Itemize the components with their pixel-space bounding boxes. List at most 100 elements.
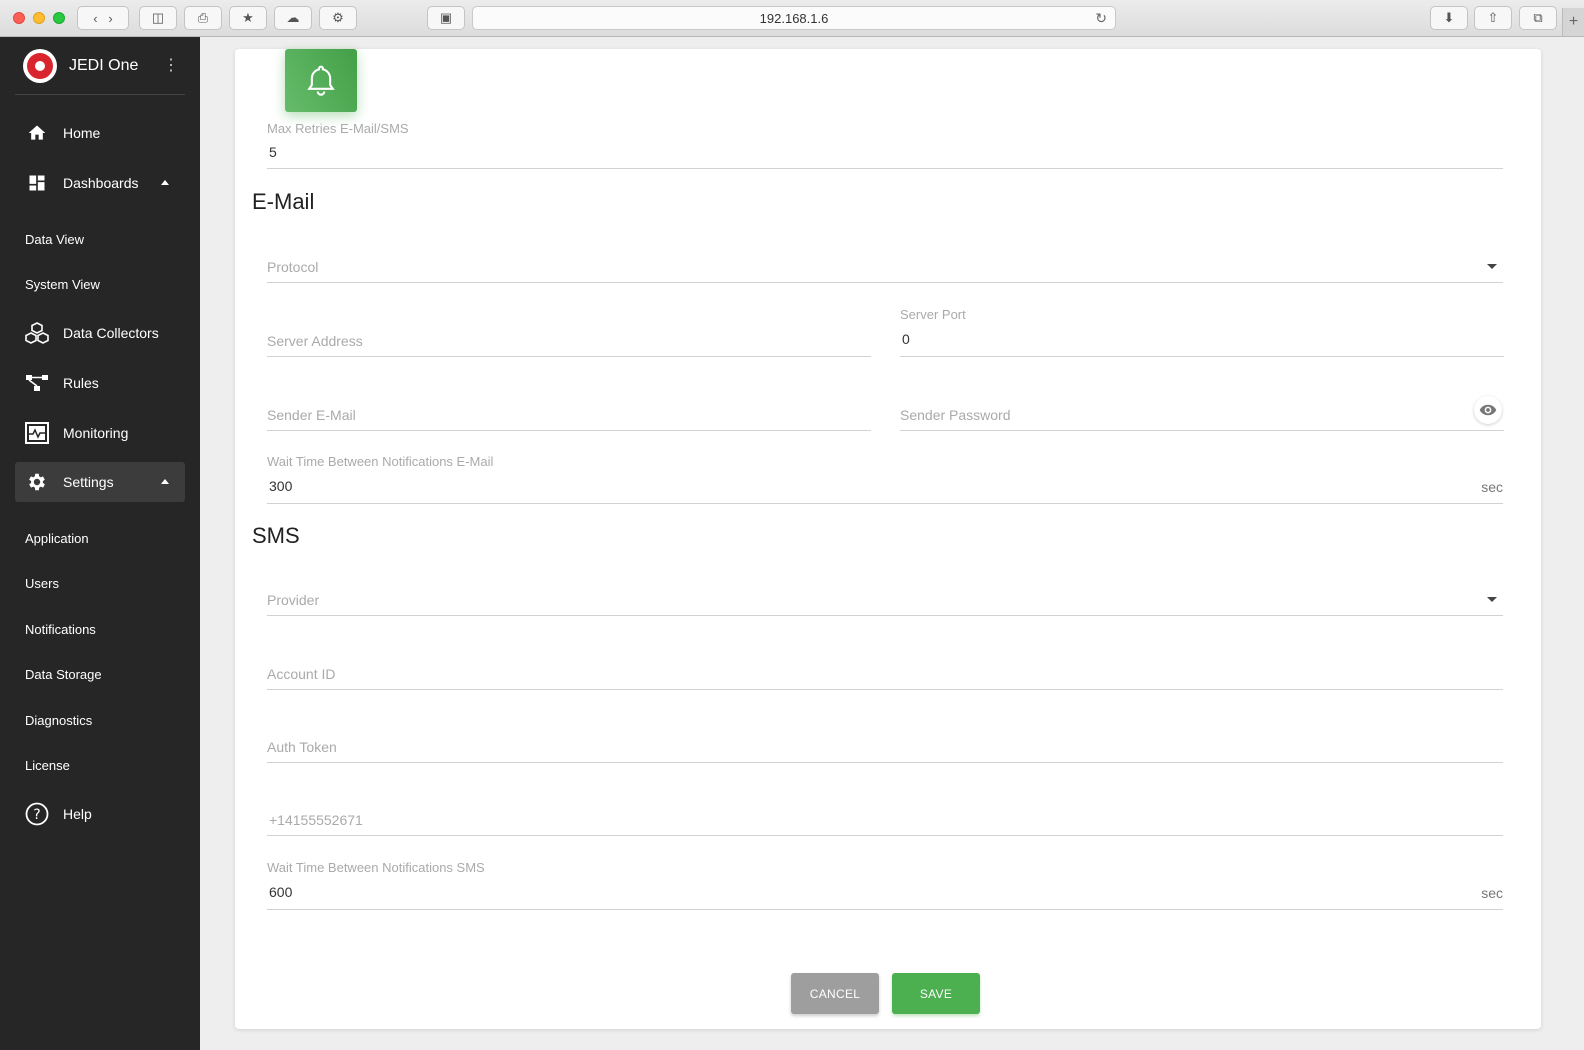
sidebar-toggle-button[interactable]: ◫ (139, 6, 177, 30)
sidebar-item-notifications[interactable]: Notifications (25, 622, 96, 637)
sender-email-input[interactable]: Sender E-Mail (267, 402, 871, 431)
provider-select[interactable]: Provider (267, 587, 1503, 616)
auth-token-label: Auth Token (267, 739, 337, 755)
cloud-button[interactable]: ☁ (274, 6, 312, 30)
max-retries-value[interactable]: 5 (269, 144, 277, 160)
sidebar-item-system-view[interactable]: System View (25, 277, 100, 292)
server-address-label: Server Address (267, 333, 363, 349)
email-section-title: E-Mail (252, 189, 315, 214)
eye-icon[interactable] (1474, 396, 1502, 424)
star-icon: ★ (242, 10, 254, 25)
protocol-select[interactable]: Protocol (267, 254, 1503, 283)
svg-text:?: ? (33, 807, 40, 823)
sidebar-item-home[interactable]: Home (15, 113, 185, 153)
wait-time-sms-unit: sec (1481, 885, 1503, 901)
server-port-label: Server Port (900, 307, 966, 322)
main-content: Max Retries E-Mail/SMS 5 E-Mail Protocol… (200, 37, 1584, 1050)
server-port-value[interactable]: 0 (902, 331, 910, 347)
download-icon: ⬇ (1443, 10, 1455, 25)
help-icon: ? (25, 802, 49, 826)
save-button[interactable]: SAVE (892, 973, 980, 1014)
share-button[interactable]: ⇧ (1474, 6, 1512, 30)
server-port-input[interactable]: Server Port 0 (900, 306, 1504, 357)
caret-up-icon (161, 180, 169, 185)
sender-password-label: Sender Password (900, 407, 1011, 423)
downloads-button[interactable]: ⬇ (1430, 6, 1468, 30)
sender-email-label: Sender E-Mail (267, 407, 356, 423)
printer-icon: ⎙ (197, 10, 209, 25)
tabs-button[interactable]: ⧉ (1519, 6, 1557, 30)
brand[interactable]: JEDI One ⋮ (15, 37, 185, 95)
sidebar-item-data-view[interactable]: Data View (25, 232, 84, 247)
sender-password-input[interactable]: Sender Password (900, 396, 1504, 431)
auth-token-input[interactable]: Auth Token (267, 734, 1503, 763)
bookmark-button[interactable]: ★ (229, 6, 267, 30)
sidebar-item-label: Help (63, 806, 92, 822)
sidebar: JEDI One ⋮ Home Dashboards Data View Sys… (0, 37, 200, 1050)
gear-icon: ⚙ (332, 10, 344, 25)
sidebar-icon: ◫ (151, 10, 165, 25)
dashboard-icon (25, 171, 49, 195)
print-button[interactable]: ⎙ (184, 6, 222, 30)
sidebar-item-application[interactable]: Application (25, 531, 89, 546)
share-icon: ⇧ (1487, 10, 1499, 25)
sidebar-item-settings[interactable]: Settings (15, 462, 185, 502)
sidebar-item-dashboards[interactable]: Dashboards (15, 163, 185, 203)
sidebar-item-rules[interactable]: Rules (15, 363, 185, 403)
account-id-label: Account ID (267, 666, 336, 682)
reload-icon[interactable]: ↻ (1095, 10, 1107, 27)
caret-up-icon (161, 479, 169, 484)
max-retries-label: Max Retries E-Mail/SMS (267, 121, 409, 136)
wait-time-sms-label: Wait Time Between Notifications SMS (267, 860, 485, 875)
sidebar-item-label: Data Collectors (63, 325, 159, 341)
home-icon (25, 121, 49, 145)
gear-icon (25, 470, 49, 494)
sidebar-item-users[interactable]: Users (25, 576, 59, 591)
forward-icon[interactable]: › (108, 11, 112, 26)
provider-label: Provider (267, 592, 320, 608)
browser-toolbar: ‹ › ◫ ⎙ ★ ☁ ⚙ ▣ 192.168.1.6 ↻ ⬇ ⇧ ⧉ + (0, 0, 1584, 37)
wait-time-email-value[interactable]: 300 (269, 478, 292, 494)
new-tab-button[interactable]: + (1562, 8, 1584, 36)
phone-number-placeholder: +14155552671 (269, 812, 363, 828)
back-forward-buttons[interactable]: ‹ › (77, 6, 129, 30)
back-icon[interactable]: ‹ (93, 11, 97, 26)
zoom-window-button[interactable] (53, 12, 65, 24)
sidebar-item-help[interactable]: ? Help (15, 794, 185, 834)
account-id-input[interactable]: Account ID (267, 661, 1503, 690)
wait-time-sms-input[interactable]: Wait Time Between Notifications SMS 600 … (267, 859, 1503, 910)
extension-button[interactable]: ⚙ (319, 6, 357, 30)
protocol-label: Protocol (267, 259, 319, 275)
cubes-icon (25, 321, 49, 345)
address-bar[interactable]: 192.168.1.6 ↻ (472, 6, 1116, 30)
server-address-input[interactable]: Server Address (267, 328, 871, 357)
screen-icon: ▣ (439, 10, 453, 25)
reader-button[interactable]: ▣ (427, 6, 465, 30)
sidebar-item-data-storage[interactable]: Data Storage (25, 667, 102, 682)
more-vert-icon[interactable]: ⋮ (163, 55, 179, 75)
url-text: 192.168.1.6 (759, 10, 829, 26)
minimize-window-button[interactable] (33, 12, 45, 24)
cancel-button[interactable]: CANCEL (791, 973, 879, 1014)
sidebar-item-data-collectors[interactable]: Data Collectors (15, 313, 185, 353)
sidebar-item-label: Settings (63, 474, 114, 490)
plus-icon: + (1568, 13, 1579, 30)
wait-time-email-unit: sec (1481, 479, 1503, 495)
logo (23, 48, 57, 83)
notifications-card: Max Retries E-Mail/SMS 5 E-Mail Protocol… (235, 49, 1541, 1029)
dropdown-arrow-icon (1487, 264, 1497, 269)
wait-time-sms-value[interactable]: 600 (269, 884, 292, 900)
close-window-button[interactable] (13, 12, 25, 24)
brand-name: JEDI One (69, 56, 139, 74)
cloud-icon: ☁ (286, 10, 300, 25)
max-retries-field[interactable]: Max Retries E-Mail/SMS 5 (267, 119, 1503, 169)
phone-number-input[interactable]: +14155552671 (267, 807, 1503, 836)
sidebar-item-label: Rules (63, 375, 99, 391)
sidebar-item-diagnostics[interactable]: Diagnostics (25, 713, 92, 728)
sidebar-item-license[interactable]: License (25, 758, 70, 773)
wait-time-email-input[interactable]: Wait Time Between Notifications E-Mail 3… (267, 453, 1503, 504)
flow-icon (25, 371, 49, 395)
sidebar-item-monitoring[interactable]: Monitoring (15, 413, 185, 453)
sms-section-title: SMS (252, 523, 300, 548)
sidebar-item-label: Dashboards (63, 175, 139, 191)
